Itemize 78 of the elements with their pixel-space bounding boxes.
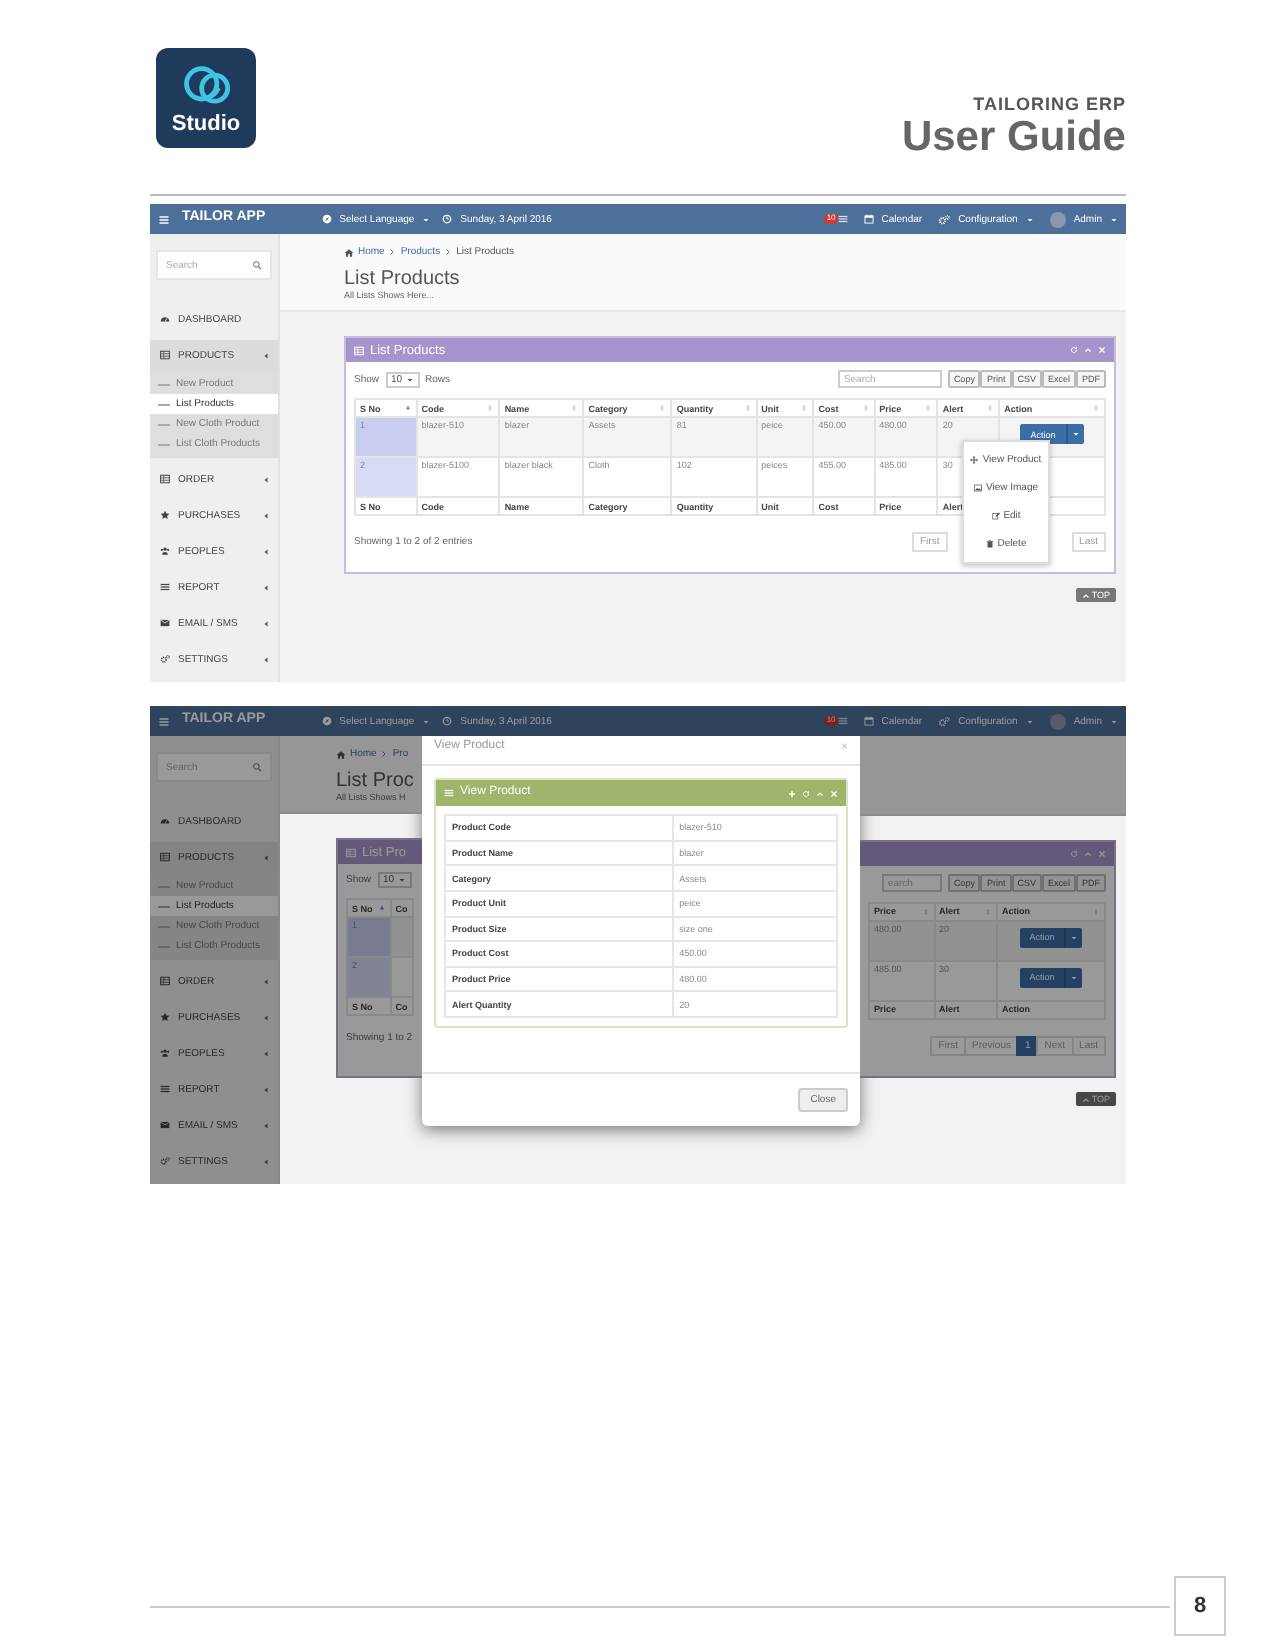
sort-ascending-icon <box>403 404 412 413</box>
document-title: User Guide <box>901 114 1126 161</box>
list-icon <box>837 716 848 727</box>
caret-icon <box>397 876 406 885</box>
list-icon <box>160 582 170 593</box>
chevron-up-icon <box>1081 591 1090 600</box>
sort-ascending-icon <box>377 904 386 913</box>
home-icon <box>336 749 346 760</box>
caret-icon <box>422 717 431 726</box>
sort-icon <box>986 404 995 413</box>
table-icon <box>346 847 356 858</box>
menu-icon <box>158 213 170 226</box>
edit-icon <box>991 512 1000 521</box>
avatar <box>1049 713 1066 730</box>
page-title: List Proc <box>336 770 416 793</box>
move-arrows-icon <box>970 456 979 465</box>
sort-icon <box>861 404 870 413</box>
plus-icon <box>788 789 796 798</box>
gear-icon <box>938 213 951 226</box>
table-icon <box>160 852 170 863</box>
refresh-icon <box>802 789 810 798</box>
menu-icon <box>444 788 454 799</box>
caret-icon <box>422 215 431 224</box>
gauge-icon <box>160 816 170 827</box>
close-icon <box>1098 346 1106 355</box>
gauge-icon <box>160 314 170 325</box>
avatar <box>1049 211 1066 228</box>
image-icon <box>973 484 982 493</box>
caret-icon <box>1070 934 1079 943</box>
table-icon <box>160 976 170 987</box>
gear-icon <box>160 654 170 665</box>
table-icon <box>354 345 364 356</box>
menu-icon <box>158 715 170 728</box>
calendar-icon <box>863 214 874 225</box>
caret-icon <box>405 375 414 384</box>
sort-icon <box>486 404 495 413</box>
table-icon <box>160 474 170 485</box>
sort-icon <box>983 908 992 917</box>
sort-icon <box>658 404 667 413</box>
document-subtitle: TAILORING ERP <box>973 96 1126 114</box>
clock-icon <box>442 214 453 225</box>
trash-icon <box>985 540 994 549</box>
table-icon <box>160 350 170 361</box>
logo-text: Studio <box>171 114 241 136</box>
list-icon <box>837 214 848 225</box>
envelope-icon <box>160 618 170 629</box>
close-icon <box>1098 850 1106 859</box>
page-number: 8 <box>1174 1576 1226 1637</box>
home-icon <box>344 247 354 258</box>
sort-icon <box>743 404 752 413</box>
refresh-icon <box>1070 346 1078 355</box>
compass-icon <box>321 214 332 225</box>
people-icon <box>160 546 170 557</box>
caret-icon <box>1071 430 1080 439</box>
chevron-up-icon <box>1081 1095 1090 1104</box>
gear-icon <box>938 715 951 728</box>
page-title: List Products <box>344 268 462 291</box>
gear-icon <box>160 1156 170 1167</box>
sort-icon <box>921 908 930 917</box>
table-cell <box>390 957 413 998</box>
sort-icon <box>800 404 809 413</box>
caret-icon <box>1025 717 1034 726</box>
search-icon <box>252 260 262 271</box>
people-icon <box>160 1048 170 1059</box>
list-icon <box>160 1084 170 1095</box>
caret-icon <box>1025 215 1034 224</box>
clock-icon <box>442 716 453 727</box>
sort-icon <box>570 404 579 413</box>
calendar-icon <box>863 716 874 727</box>
star-icon <box>160 1012 170 1023</box>
refresh-icon <box>1070 850 1078 859</box>
search-icon <box>252 762 262 773</box>
envelope-icon <box>160 1120 170 1131</box>
caret-icon <box>1070 974 1079 983</box>
sort-icon <box>924 404 933 413</box>
star-icon <box>160 510 170 521</box>
close-icon <box>830 789 838 798</box>
compass-icon <box>321 716 332 727</box>
